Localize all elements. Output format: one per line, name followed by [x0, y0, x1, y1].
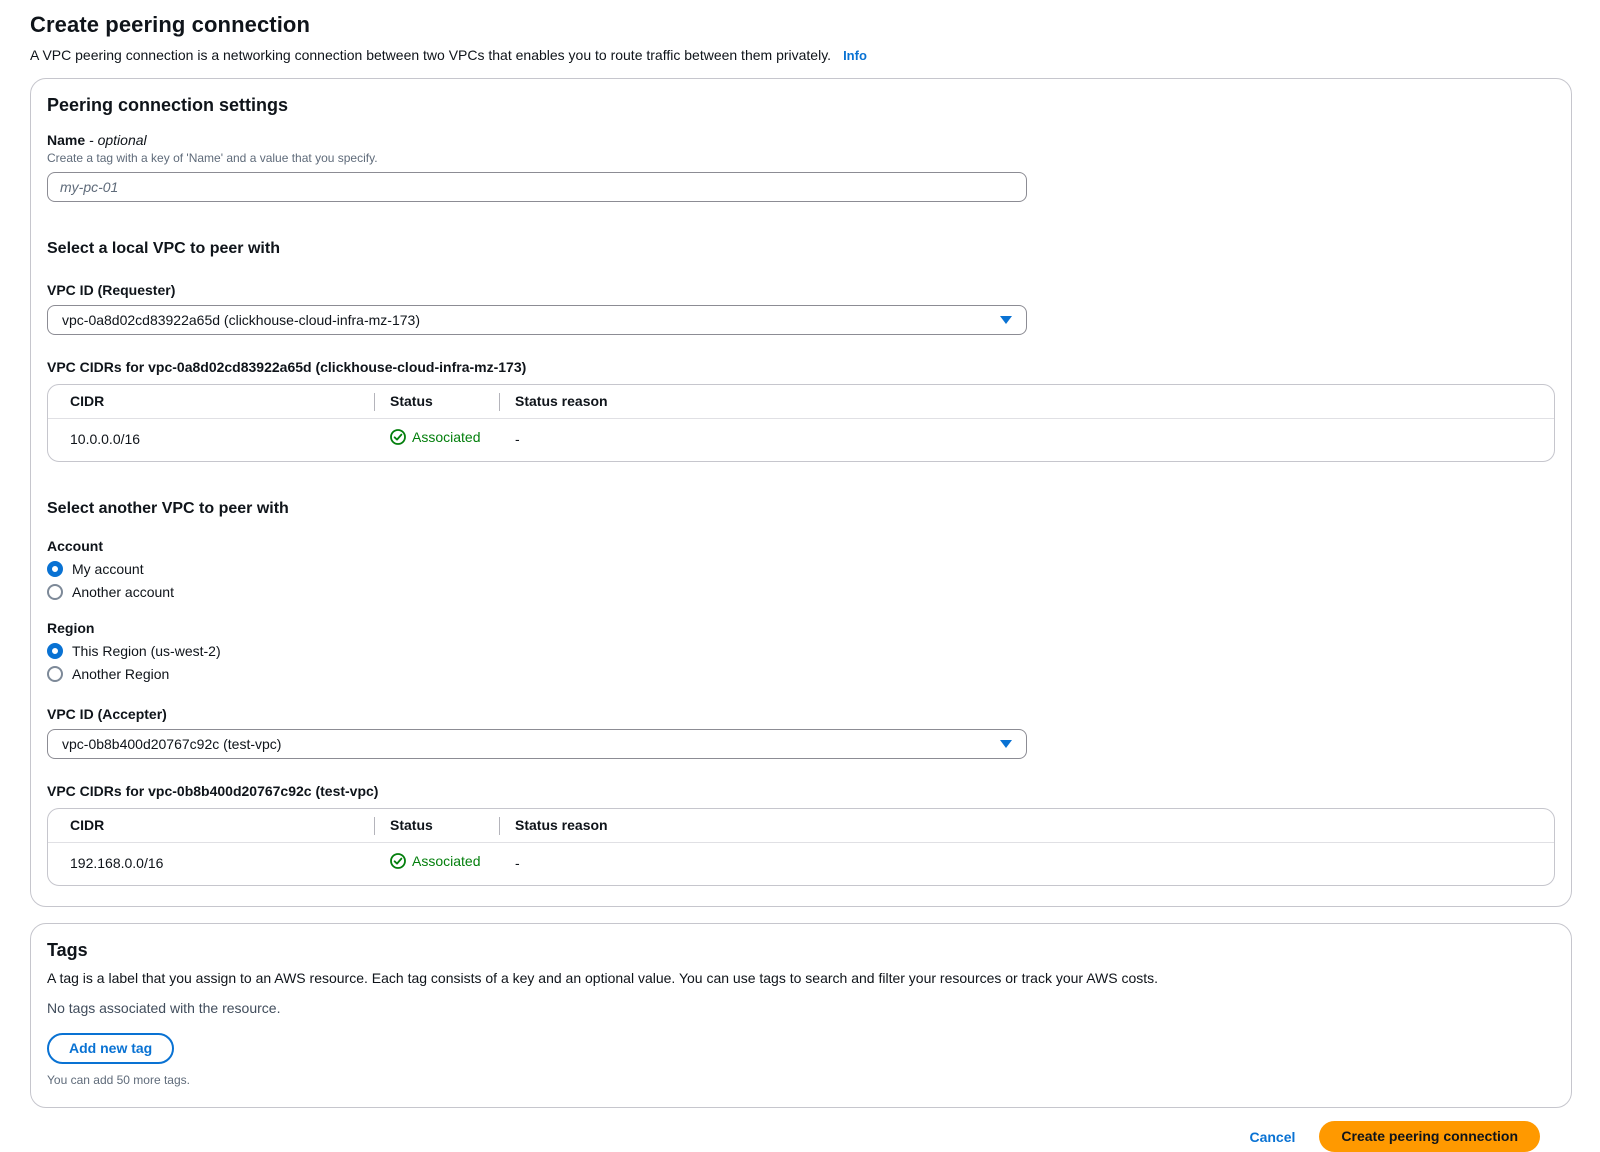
check-circle-icon: [390, 429, 406, 445]
chevron-down-icon: [1000, 316, 1012, 324]
status-badge: Associated: [390, 429, 480, 445]
radio-another-account-label: Another account: [72, 584, 174, 600]
name-field-group: Name - optional Create a tag with a key …: [47, 132, 1555, 202]
vpc-id-accepter-label: VPC ID (Accepter): [47, 706, 1555, 722]
vpc-id-requester-value: vpc-0a8d02cd83922a65d (clickhouse-cloud-…: [62, 312, 420, 328]
page-title: Create peering connection: [30, 12, 1572, 38]
cidr-value: 10.0.0.0/16: [48, 419, 374, 462]
page-description: A VPC peering connection is a networking…: [30, 47, 1572, 63]
cancel-button[interactable]: Cancel: [1249, 1129, 1295, 1145]
column-header-status-reason: Status reason: [499, 809, 1554, 843]
local-vpc-heading: Select a local VPC to peer with: [47, 240, 1555, 258]
another-vpc-heading: Select another VPC to peer with: [47, 500, 1555, 518]
tags-description: A tag is a label that you assign to an A…: [47, 970, 1555, 986]
column-header-status-reason: Status reason: [499, 385, 1554, 419]
name-field-help: Create a tag with a key of 'Name' and a …: [47, 151, 1555, 165]
status-text: Associated: [412, 429, 480, 445]
radio-this-region[interactable]: This Region (us-west-2): [47, 643, 221, 659]
status-reason-value: -: [499, 419, 1554, 462]
region-group-label: Region: [47, 620, 1555, 636]
radio-selected-icon: [47, 643, 63, 659]
status-text: Associated: [412, 853, 480, 869]
name-input[interactable]: [47, 172, 1027, 202]
table-row: 10.0.0.0/16 Associated -: [48, 419, 1554, 462]
name-optional-note: - optional: [89, 132, 147, 148]
vpc-id-accepter-select[interactable]: vpc-0b8b400d20767c92c (test-vpc): [47, 729, 1027, 759]
radio-another-region[interactable]: Another Region: [47, 666, 169, 682]
tags-card: Tags A tag is a label that you assign to…: [30, 923, 1572, 1108]
chevron-down-icon: [1000, 740, 1012, 748]
status-reason-value: -: [499, 843, 1554, 886]
vpc-id-accepter-value: vpc-0b8b400d20767c92c (test-vpc): [62, 736, 281, 752]
tags-card-title: Tags: [47, 940, 1555, 961]
status-badge: Associated: [390, 853, 480, 869]
check-circle-icon: [390, 853, 406, 869]
requester-cidrs-label: VPC CIDRs for vpc-0a8d02cd83922a65d (cli…: [47, 359, 1555, 375]
table-row: 192.168.0.0/16 Associated -: [48, 843, 1554, 886]
radio-unselected-icon: [47, 584, 63, 600]
radio-unselected-icon: [47, 666, 63, 682]
radio-selected-icon: [47, 561, 63, 577]
info-link[interactable]: Info: [843, 48, 867, 63]
account-group-label: Account: [47, 538, 1555, 554]
vpc-id-requester-select[interactable]: vpc-0a8d02cd83922a65d (clickhouse-cloud-…: [47, 305, 1027, 335]
vpc-id-requester-label: VPC ID (Requester): [47, 282, 1555, 298]
name-field-label: Name - optional: [47, 132, 1555, 148]
status-cell: Associated: [374, 843, 499, 886]
column-header-cidr: CIDR: [48, 385, 374, 419]
radio-another-region-label: Another Region: [72, 666, 169, 682]
footer-actions: Cancel Create peering connection: [30, 1121, 1572, 1152]
peering-connection-settings-card: Peering connection settings Name - optio…: [30, 78, 1572, 907]
accepter-cidrs-label: VPC CIDRs for vpc-0b8b400d20767c92c (tes…: [47, 783, 1555, 799]
accepter-cidrs-table: CIDR Status Status reason 192.168.0.0/16: [47, 808, 1555, 886]
page-description-text: A VPC peering connection is a networking…: [30, 47, 831, 63]
radio-this-region-label: This Region (us-west-2): [72, 643, 221, 659]
column-header-status: Status: [374, 385, 499, 419]
radio-another-account[interactable]: Another account: [47, 584, 174, 600]
column-header-cidr: CIDR: [48, 809, 374, 843]
settings-card-title: Peering connection settings: [47, 95, 1555, 116]
column-header-status: Status: [374, 809, 499, 843]
radio-my-account-label: My account: [72, 561, 144, 577]
cidr-value: 192.168.0.0/16: [48, 843, 374, 886]
table-header-row: CIDR Status Status reason: [48, 809, 1554, 843]
tags-empty-text: No tags associated with the resource.: [47, 1000, 1555, 1016]
table-header-row: CIDR Status Status reason: [48, 385, 1554, 419]
tags-remaining-text: You can add 50 more tags.: [47, 1073, 1555, 1087]
requester-cidrs-table: CIDR Status Status reason 10.0.0.0/16: [47, 384, 1555, 462]
status-cell: Associated: [374, 419, 499, 462]
radio-my-account[interactable]: My account: [47, 561, 144, 577]
create-peering-connection-button[interactable]: Create peering connection: [1319, 1121, 1540, 1152]
create-peering-connection-page: Create peering connection A VPC peering …: [0, 0, 1600, 1152]
add-new-tag-button[interactable]: Add new tag: [47, 1033, 174, 1064]
